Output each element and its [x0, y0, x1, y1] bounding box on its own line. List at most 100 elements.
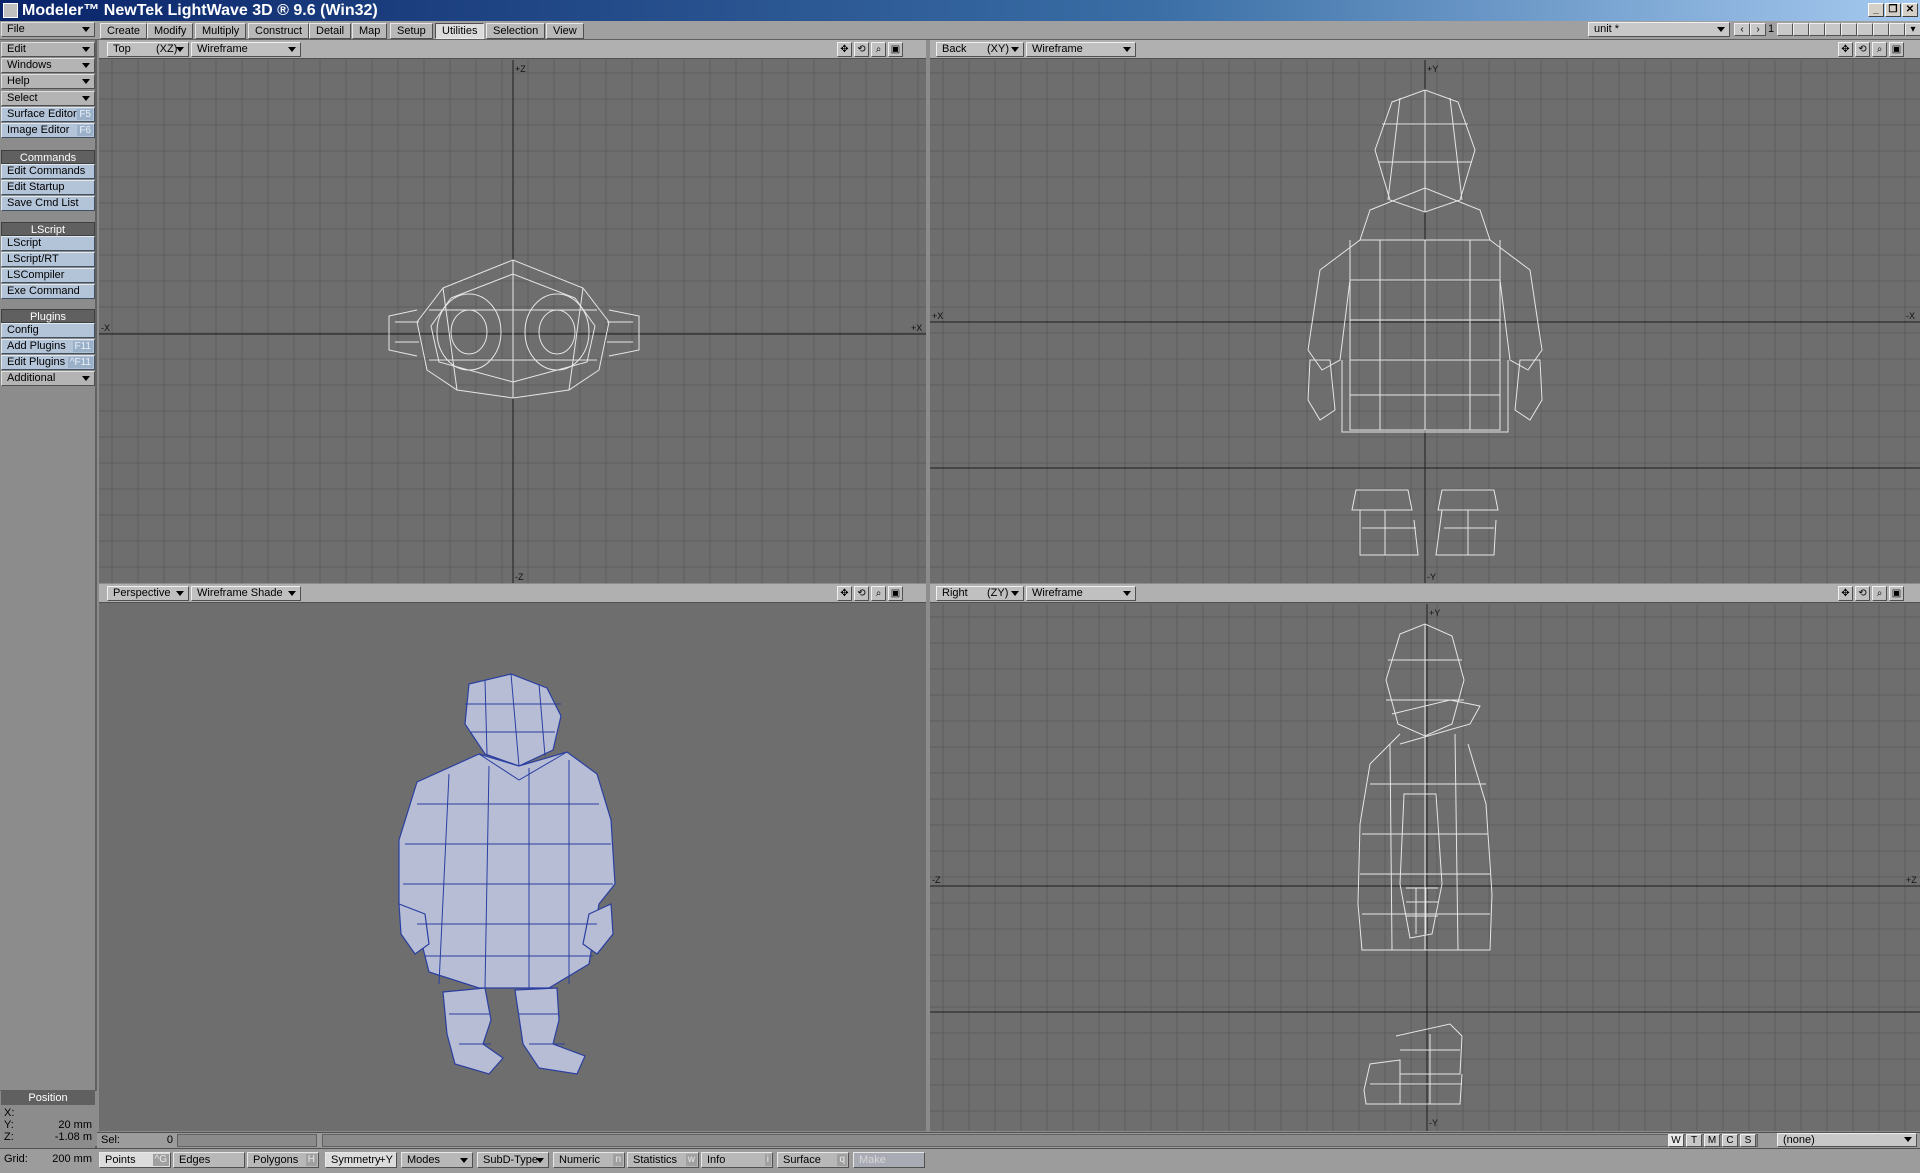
image-editor-button[interactable]: Image Editor F6 — [1, 123, 95, 138]
edit-startup-button[interactable]: Edit Startup — [1, 180, 95, 195]
chevron-down-icon — [82, 63, 90, 68]
position-z: Z: -1.08 m — [4, 1131, 92, 1143]
zoom-view-icon[interactable]: ⌕ — [1872, 42, 1887, 57]
rotate-view-icon[interactable]: ⟲ — [854, 586, 869, 601]
maximize-view-icon[interactable]: ▣ — [1889, 586, 1904, 601]
edit-commands-button[interactable]: Edit Commands — [1, 164, 95, 179]
viewport-right-view-select[interactable]: Right (ZY) — [936, 586, 1024, 601]
tab-multiply[interactable]: Multiply — [195, 23, 247, 39]
exe-command-button[interactable]: Exe Command — [1, 284, 95, 299]
viewport-right-canvas[interactable]: +Y -Y -Z +Z — [930, 604, 1920, 1131]
layer-2-button[interactable] — [1793, 23, 1809, 36]
wtmcs-t-button[interactable]: T — [1686, 1134, 1702, 1147]
move-view-icon[interactable]: ✥ — [837, 586, 852, 601]
close-button[interactable]: ✕ — [1902, 3, 1918, 17]
rotate-view-icon[interactable]: ⟲ — [854, 42, 869, 57]
viewport-top-view-select[interactable]: Top (XZ) — [107, 42, 189, 57]
next-layer-button[interactable]: › — [1750, 23, 1766, 36]
position-header: Position — [1, 1091, 95, 1105]
chevron-down-icon — [460, 1158, 468, 1163]
restore-button[interactable]: ❐ — [1885, 3, 1901, 17]
layer-7-button[interactable] — [1873, 23, 1889, 36]
wtmcs-w-button[interactable]: W — [1668, 1134, 1684, 1147]
layer-number: 1 — [1768, 23, 1775, 35]
info-button[interactable]: Info i — [701, 1152, 773, 1168]
app-icon — [3, 3, 18, 18]
prev-layer-button[interactable]: ‹ — [1734, 23, 1750, 36]
save-cmd-list-button[interactable]: Save Cmd List — [1, 196, 95, 211]
viewport-back-canvas[interactable]: +Y -Y +X -X — [930, 60, 1920, 583]
tab-map[interactable]: Map — [352, 23, 388, 39]
add-plugins-button[interactable]: Add Plugins F11 — [1, 339, 95, 354]
make-button[interactable]: Make — [853, 1152, 925, 1168]
lscompiler-button[interactable]: LSCompiler — [1, 268, 95, 283]
select-menu[interactable]: Select — [1, 91, 95, 106]
viewport-back[interactable]: Back (XY) Wireframe ✥ ⟲ ⌕ ▣ +Y -Y +X -X — [930, 40, 1920, 583]
windows-menu[interactable]: Windows — [1, 58, 95, 73]
tab-create[interactable]: Create — [100, 23, 148, 39]
viewport-right[interactable]: Right (ZY) Wireframe ✥ ⟲ ⌕ ▣ +Y -Y -Z +Z — [930, 584, 1920, 1131]
edit-plugins-button[interactable]: Edit Plugins ^F11 — [1, 355, 95, 370]
help-menu[interactable]: Help — [1, 74, 95, 89]
viewport-back-mode-select[interactable]: Wireframe — [1026, 42, 1136, 57]
layer-select[interactable]: unit * — [1588, 22, 1730, 37]
viewport-right-mode-select[interactable]: Wireframe — [1026, 586, 1136, 601]
wtmcs-m-button[interactable]: M — [1704, 1134, 1720, 1147]
wtmcs-c-button[interactable]: C — [1722, 1134, 1738, 1147]
layer-8-button[interactable] — [1889, 23, 1905, 36]
zoom-view-icon[interactable]: ⌕ — [871, 586, 886, 601]
viewport-perspective-canvas[interactable] — [99, 604, 926, 1131]
tab-setup[interactable]: Setup — [390, 23, 433, 39]
layer-5-button[interactable] — [1841, 23, 1857, 36]
rotate-view-icon[interactable]: ⟲ — [1855, 42, 1870, 57]
minimize-button[interactable]: _ — [1868, 3, 1884, 17]
subd-type-menu[interactable]: SubD-Type — [477, 1152, 549, 1168]
edges-mode-button[interactable]: Edges — [173, 1152, 245, 1168]
viewport-top-mode-select[interactable]: Wireframe — [191, 42, 301, 57]
tab-utilities[interactable]: Utilities — [435, 23, 485, 39]
surface-editor-button[interactable]: Surface Editor F5 — [1, 107, 95, 122]
viewport-top-canvas[interactable]: +Z -Z -X +X — [99, 60, 926, 583]
maximize-view-icon[interactable]: ▣ — [888, 42, 903, 57]
tab-selection[interactable]: Selection — [486, 23, 546, 39]
edit-menu[interactable]: Edit — [1, 42, 95, 57]
selection-count-label: Sel: — [101, 1134, 120, 1146]
tab-detail[interactable]: Detail — [309, 23, 352, 39]
modes-menu[interactable]: Modes — [401, 1152, 473, 1168]
viewport-back-view-select[interactable]: Back (XY) — [936, 42, 1024, 57]
numeric-button[interactable]: Numeric n — [553, 1152, 625, 1168]
maximize-view-icon[interactable]: ▣ — [888, 586, 903, 601]
surface-select[interactable]: (none) — [1777, 1133, 1917, 1147]
file-menu[interactable]: File — [1, 22, 95, 37]
layer-1-button[interactable] — [1777, 23, 1793, 36]
additional-menu[interactable]: Additional — [1, 371, 95, 386]
symmetry-toggle[interactable]: Symmetry +Y — [325, 1152, 397, 1168]
viewport-perspective-mode-select[interactable]: Wireframe Shade — [191, 586, 301, 601]
chevron-down-icon — [1904, 1137, 1912, 1142]
lscript-rt-button[interactable]: LScript/RT — [1, 252, 95, 267]
viewport-top[interactable]: Top (XZ) Wireframe ✥ ⟲ ⌕ ▣ +Z -Z -X +X — [99, 40, 926, 583]
move-view-icon[interactable]: ✥ — [837, 42, 852, 57]
surface-button[interactable]: Surface q — [777, 1152, 849, 1168]
move-view-icon[interactable]: ✥ — [1838, 586, 1853, 601]
rotate-view-icon[interactable]: ⟲ — [1855, 586, 1870, 601]
layer-6-button[interactable] — [1857, 23, 1873, 36]
move-view-icon[interactable]: ✥ — [1838, 42, 1853, 57]
points-mode-button[interactable]: Points ^G — [99, 1152, 171, 1168]
wtmcs-s-button[interactable]: S — [1740, 1134, 1756, 1147]
tab-view[interactable]: View — [546, 23, 584, 39]
layer-4-button[interactable] — [1825, 23, 1841, 36]
lscript-button[interactable]: LScript — [1, 236, 95, 251]
polygons-mode-button[interactable]: Polygons H — [247, 1152, 319, 1168]
statistics-button[interactable]: Statistics w — [627, 1152, 699, 1168]
viewport-perspective[interactable]: Perspective Wireframe Shade ✥ ⟲ ⌕ ▣ — [99, 584, 926, 1131]
zoom-view-icon[interactable]: ⌕ — [871, 42, 886, 57]
tab-modify[interactable]: Modify — [147, 23, 194, 39]
config-button[interactable]: Config — [1, 323, 95, 338]
tab-construct[interactable]: Construct — [248, 23, 310, 39]
viewport-perspective-view-select[interactable]: Perspective — [107, 586, 189, 601]
maximize-view-icon[interactable]: ▣ — [1889, 42, 1904, 57]
zoom-view-icon[interactable]: ⌕ — [1872, 586, 1887, 601]
layer-dropdown-button[interactable]: ▾ — [1905, 23, 1920, 36]
layer-3-button[interactable] — [1809, 23, 1825, 36]
